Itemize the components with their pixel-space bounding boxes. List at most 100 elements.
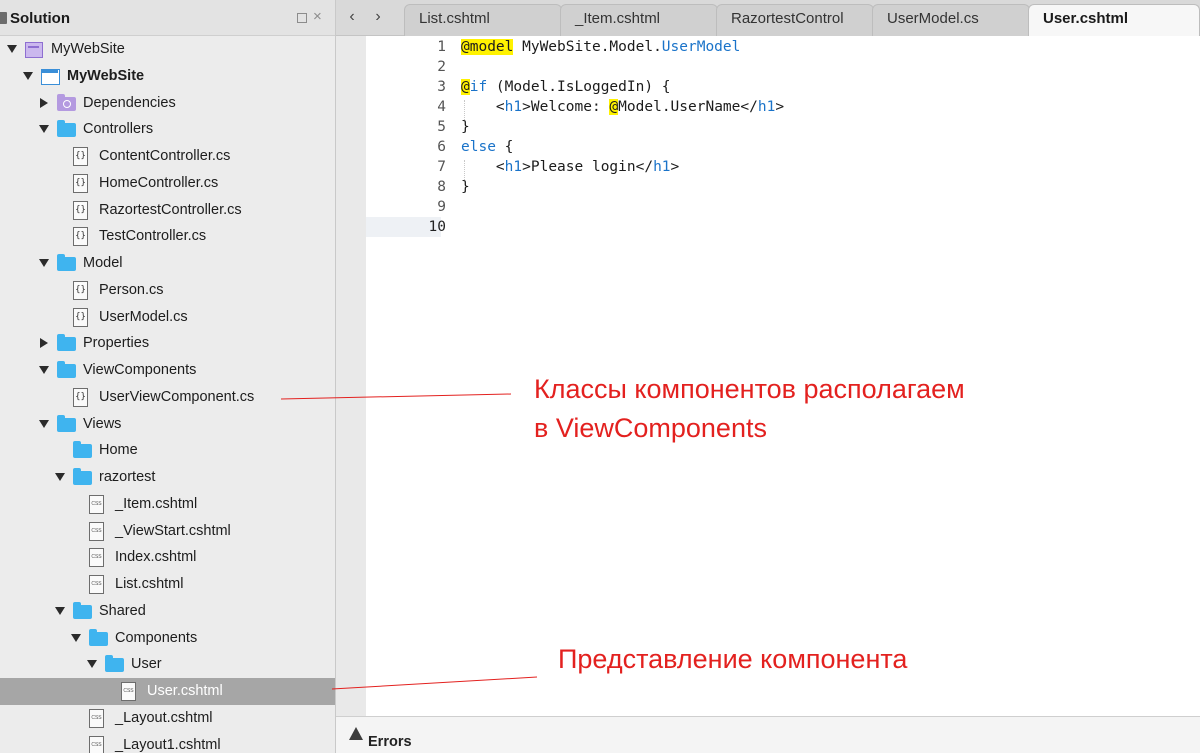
tree-item-label: Controllers bbox=[83, 121, 154, 138]
cs-file-icon: {} bbox=[73, 200, 88, 220]
line-number: 1 bbox=[437, 39, 446, 55]
code-line[interactable]: } bbox=[461, 119, 470, 135]
code-line[interactable]: @model MyWebSite.Model.UserModel bbox=[461, 39, 740, 55]
cs-file-icon: {} bbox=[73, 173, 88, 193]
disclosure-collapsed-icon[interactable] bbox=[40, 97, 48, 108]
tree-item-label: HomeController.cs bbox=[99, 174, 219, 191]
disclosure-expanded-icon[interactable] bbox=[39, 125, 49, 134]
code-token: else bbox=[461, 139, 496, 155]
code-token: < bbox=[461, 99, 505, 115]
disclosure-expanded-icon[interactable] bbox=[39, 419, 49, 428]
code-token: (Model.IsLoggedIn) { bbox=[487, 79, 671, 95]
code-token: UserModel bbox=[661, 39, 741, 55]
code-line[interactable]: <h1>Welcome: @Model.UserName</h1> bbox=[461, 99, 784, 115]
code-token: { bbox=[495, 139, 514, 155]
cshtml-file-icon: CSS bbox=[89, 548, 104, 568]
tree-item-label: Properties bbox=[83, 335, 150, 352]
disclosure-expanded-icon[interactable] bbox=[55, 473, 65, 481]
editor-tab[interactable]: List.cshtml bbox=[404, 4, 562, 36]
code-line[interactable]: @if (Model.IsLoggedIn) { bbox=[461, 79, 671, 95]
tree-item[interactable]: Components bbox=[0, 625, 335, 652]
disclosure-expanded-icon[interactable] bbox=[23, 71, 33, 80]
tree-item[interactable]: CSS List.cshtml bbox=[0, 571, 335, 598]
code-line[interactable]: <h1>Please login</h1> bbox=[461, 159, 679, 175]
tree-item[interactable]: Dependencies bbox=[0, 90, 335, 117]
close-icon[interactable]: × bbox=[313, 8, 322, 25]
tree-item[interactable]: CSS _Layout.cshtml bbox=[0, 705, 335, 732]
code-token: MyWebSite.Model. bbox=[513, 39, 662, 55]
editor-tab[interactable]: User.cshtml bbox=[1028, 4, 1200, 36]
folder-icon bbox=[89, 628, 108, 646]
indent-guide bbox=[464, 100, 465, 120]
editor-tab[interactable]: UserModel.cs bbox=[872, 4, 1030, 36]
editor-tab[interactable]: RazortestControl bbox=[716, 4, 874, 36]
pin-icon[interactable] bbox=[297, 13, 307, 23]
tree-item-label: Index.cshtml bbox=[115, 549, 197, 566]
tree-item[interactable]: {} Person.cs bbox=[0, 277, 335, 304]
tree-item[interactable]: Controllers bbox=[0, 116, 335, 143]
tree-item[interactable]: razortest bbox=[0, 464, 335, 491]
editor-tab[interactable]: _Item.cshtml bbox=[560, 4, 718, 36]
tree-item-label: Home bbox=[99, 442, 138, 459]
tree-item-label: List.cshtml bbox=[115, 576, 184, 592]
cshtml-file-icon: CSS bbox=[89, 521, 104, 541]
cshtml-file-icon: CSS bbox=[89, 708, 104, 728]
code-token: @model bbox=[461, 39, 514, 55]
tree-item[interactable]: MyWebSite bbox=[0, 63, 335, 90]
tree-item[interactable]: {} UserViewComponent.cs bbox=[0, 384, 335, 411]
tree-item[interactable]: User bbox=[0, 651, 335, 678]
tree-item-label: _Layout1.cshtml bbox=[115, 736, 221, 753]
tree-item[interactable]: Views bbox=[0, 411, 335, 438]
folder-icon bbox=[57, 414, 76, 432]
line-number: 5 bbox=[437, 119, 446, 135]
tree-item[interactable]: MyWebSite bbox=[0, 36, 335, 63]
tree-item[interactable]: {} HomeController.cs bbox=[0, 170, 335, 197]
disclosure-collapsed-icon[interactable] bbox=[40, 338, 48, 349]
forward-chevron-icon[interactable]: › bbox=[368, 6, 388, 28]
annotation-view: Представление компонента bbox=[558, 644, 908, 674]
disclosure-expanded-icon[interactable] bbox=[7, 45, 17, 53]
tree-item[interactable]: CSS Index.cshtml bbox=[0, 544, 335, 571]
tree-item[interactable]: CSS _Layout1.cshtml bbox=[0, 732, 335, 753]
tree-item-label: _ViewStart.cshtml bbox=[115, 522, 231, 539]
line-number: 7 bbox=[437, 159, 446, 175]
disclosure-expanded-icon[interactable] bbox=[39, 259, 49, 267]
code-line[interactable]: } bbox=[461, 179, 470, 195]
disclosure-expanded-icon[interactable] bbox=[87, 660, 97, 669]
warning-icon[interactable] bbox=[349, 727, 363, 740]
code-line[interactable]: else { bbox=[461, 139, 513, 155]
code-token: h1 bbox=[653, 159, 671, 175]
tree-item[interactable]: Home bbox=[0, 437, 335, 464]
errors-pad-button[interactable]: Errors bbox=[368, 734, 412, 750]
tree-item[interactable]: {} RazortestController.cs bbox=[0, 197, 335, 224]
tree-item-label: TestController.cs bbox=[99, 228, 207, 245]
line-number: 6 bbox=[437, 139, 446, 155]
cshtml-file-icon: CSS bbox=[89, 735, 104, 753]
tree-item[interactable]: {} ContentController.cs bbox=[0, 143, 335, 170]
tree-item-label: UserModel.cs bbox=[99, 308, 188, 325]
tree-item[interactable]: CSS User.cshtml bbox=[0, 678, 335, 705]
tree-item[interactable]: Model bbox=[0, 250, 335, 277]
disclosure-expanded-icon[interactable] bbox=[71, 633, 81, 642]
tree-item[interactable]: ViewComponents bbox=[0, 357, 335, 384]
line-number: 8 bbox=[437, 179, 446, 195]
solution-pane-header: Solution × bbox=[0, 0, 335, 36]
tree-item-label: MyWebSite bbox=[67, 67, 145, 84]
project-icon bbox=[41, 68, 60, 85]
disclosure-expanded-icon[interactable] bbox=[55, 606, 65, 615]
back-chevron-icon[interactable]: ‹ bbox=[342, 6, 362, 28]
pane-grip-icon bbox=[0, 12, 7, 24]
tree-item[interactable]: {} UserModel.cs bbox=[0, 304, 335, 331]
disclosure-expanded-icon[interactable] bbox=[39, 366, 49, 374]
code-token: @ bbox=[461, 79, 470, 95]
tree-item-label: Views bbox=[83, 415, 122, 432]
cshtml-file-icon: CSS bbox=[121, 682, 136, 701]
tree-item-label: User bbox=[131, 656, 162, 673]
cs-file-icon: {} bbox=[73, 147, 88, 166]
tree-item[interactable]: Properties bbox=[0, 330, 335, 357]
tree-item[interactable]: CSS _ViewStart.cshtml bbox=[0, 518, 335, 545]
tree-item[interactable]: Shared bbox=[0, 598, 335, 625]
tree-item[interactable]: CSS _Item.cshtml bbox=[0, 491, 335, 518]
tree-item[interactable]: {} TestController.cs bbox=[0, 223, 335, 250]
tree-item-label: _Item.cshtml bbox=[115, 495, 198, 512]
